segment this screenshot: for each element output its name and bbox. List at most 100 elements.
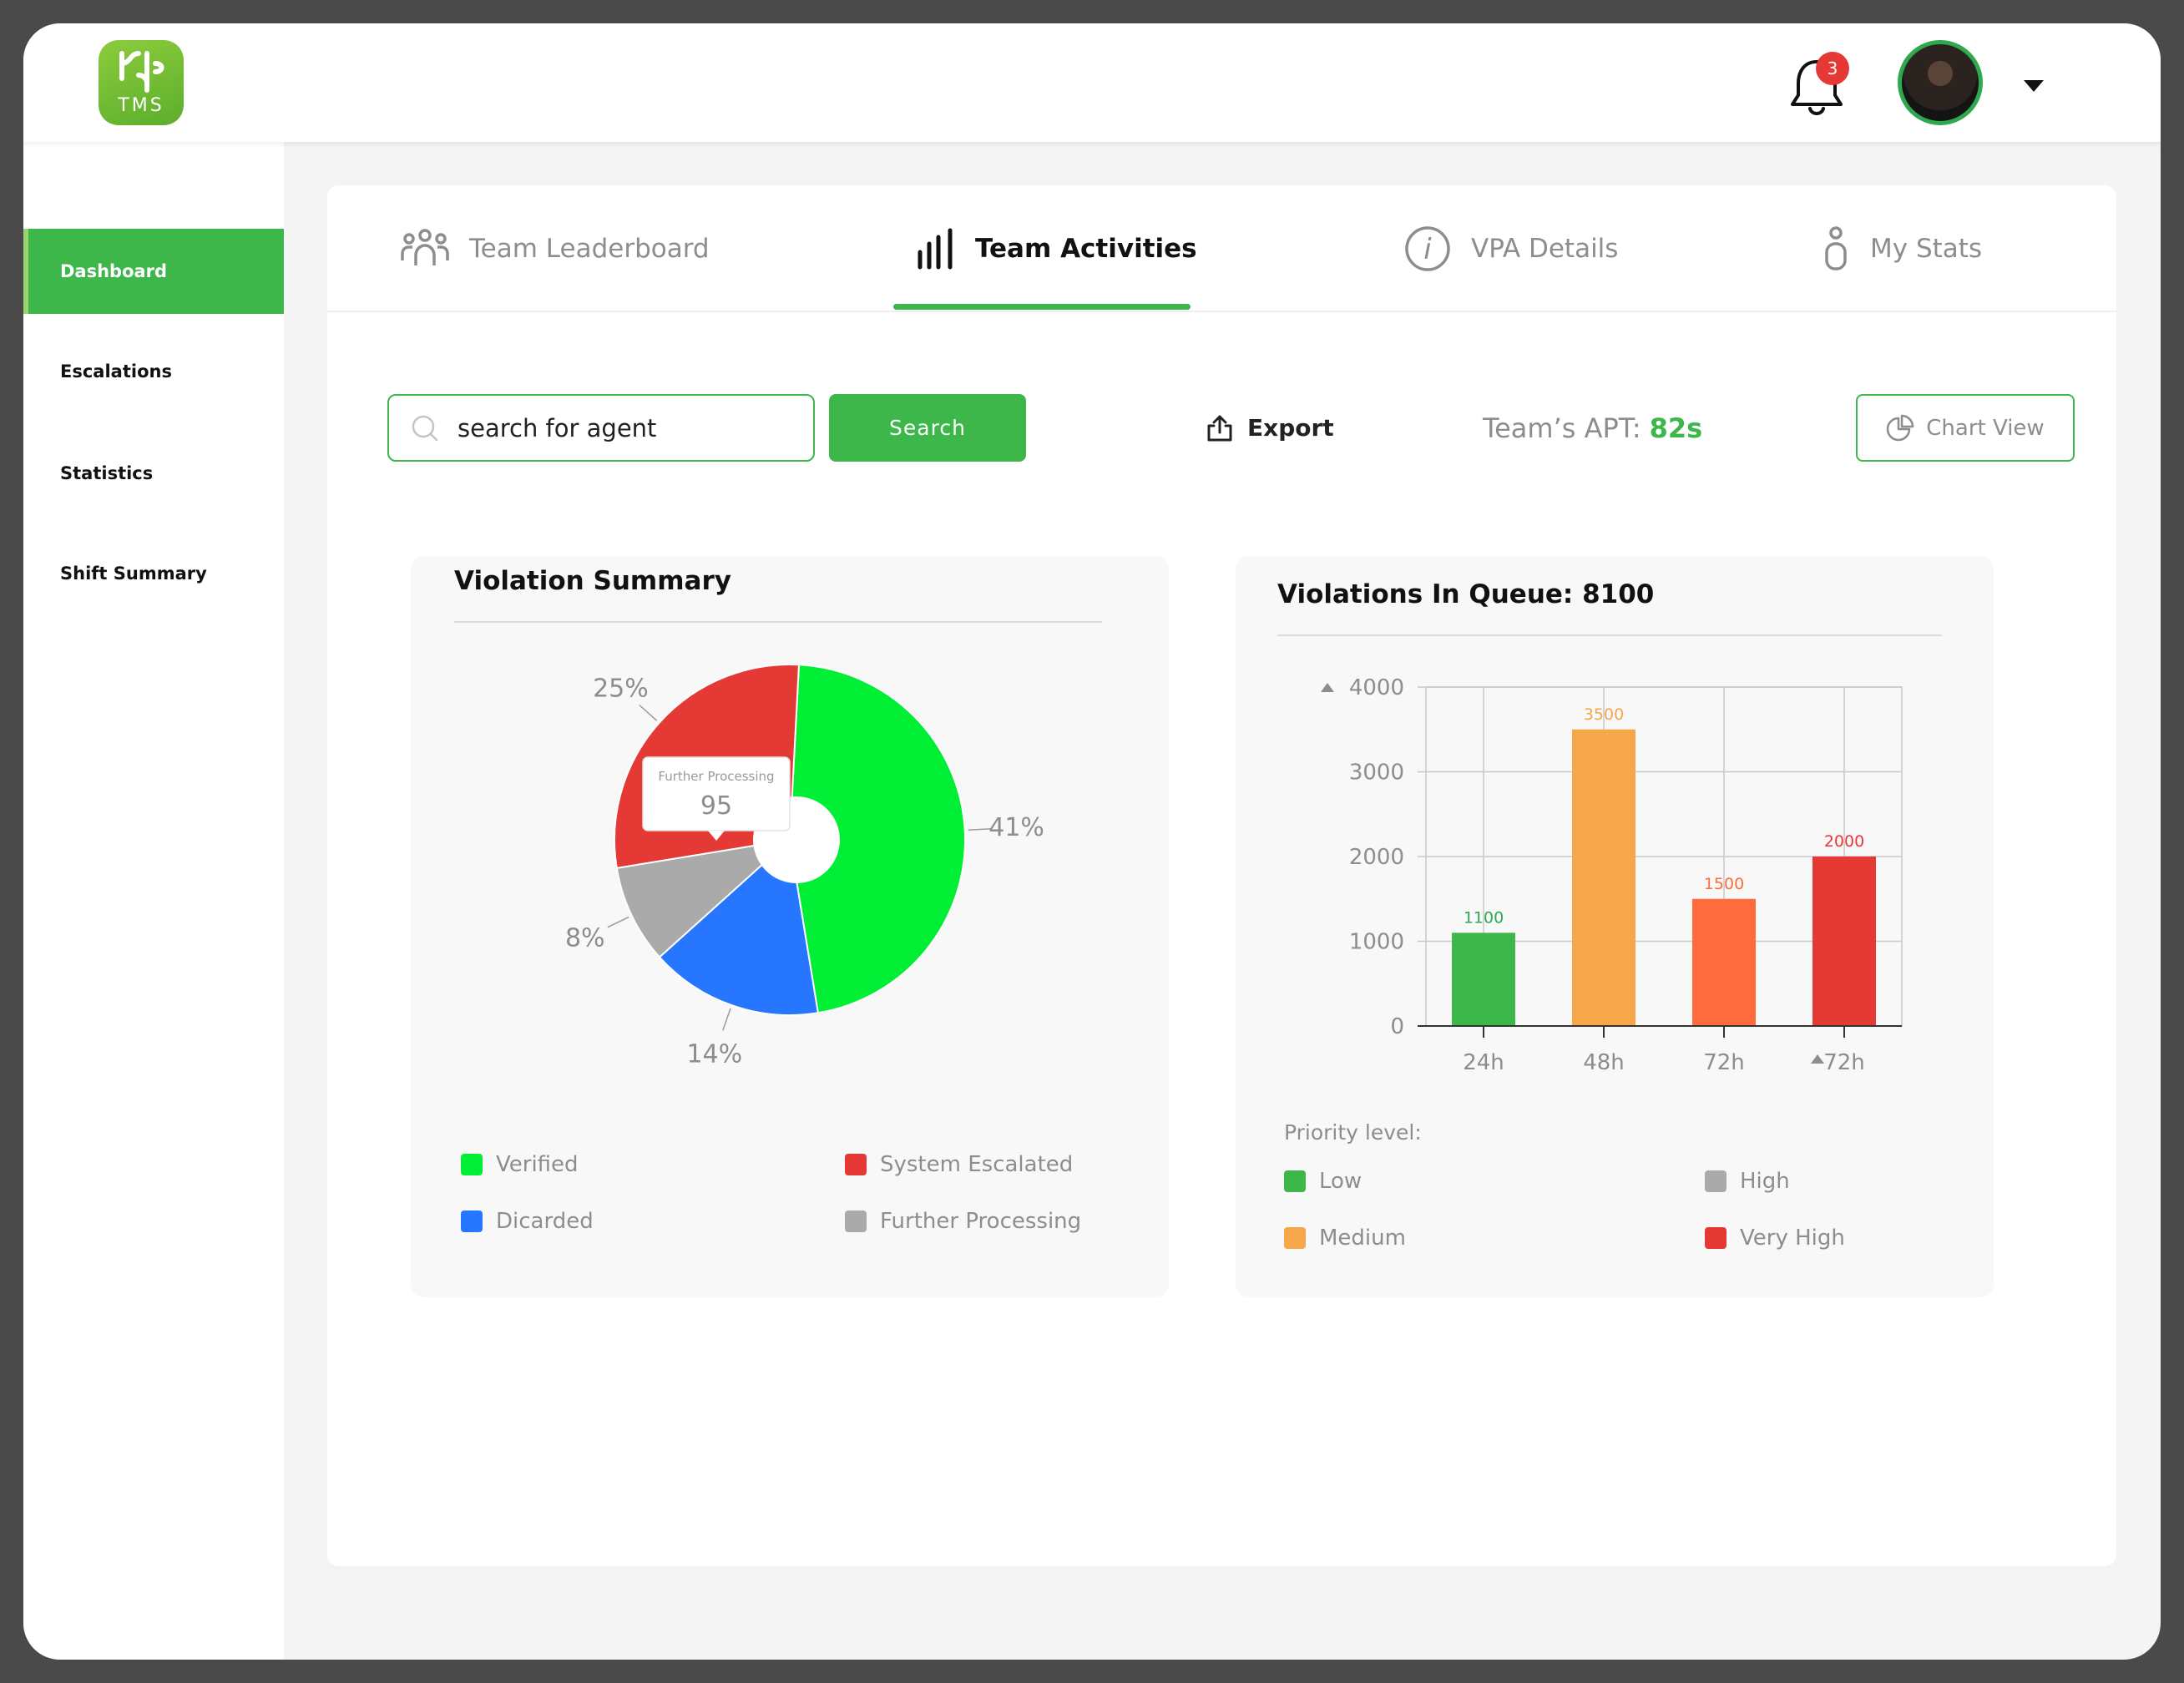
y-tick-label: 0 xyxy=(1390,1014,1404,1039)
bar-chart-icon xyxy=(917,227,955,270)
search-icon xyxy=(412,415,438,441)
legend-item-very-high: Very High xyxy=(1705,1226,1845,1251)
legend-swatch xyxy=(845,1154,867,1175)
bar-value-label: 1100 xyxy=(1464,908,1504,927)
pie-leader-line xyxy=(607,916,629,928)
legend-item-verified: Verified xyxy=(461,1152,579,1177)
x-tick-label: 72h xyxy=(1823,1050,1865,1075)
sidebar-item-dashboard[interactable]: Dashboard xyxy=(23,229,284,314)
legend-swatch xyxy=(461,1154,483,1175)
svg-text:i: i xyxy=(1423,233,1432,266)
pie-leader-line xyxy=(639,704,658,721)
tab-label: Team Activities xyxy=(975,234,1197,264)
bar-value-label: 3500 xyxy=(1584,705,1624,724)
legend-label: Medium xyxy=(1319,1226,1406,1251)
apt-label: Team’s APT: xyxy=(1483,412,1641,444)
bar-72h-3 xyxy=(1812,857,1876,1026)
legend-swatch xyxy=(1705,1170,1726,1192)
active-tab-indicator xyxy=(893,304,1191,310)
legend-swatch xyxy=(1284,1227,1306,1249)
legend-swatch xyxy=(1705,1227,1726,1249)
violation-summary-panel: Violation Summary 41% 14% 8% 25% Further Pro… xyxy=(411,556,1169,1297)
app-logo[interactable]: TMS xyxy=(99,40,184,125)
team-apt: Team’s APT: 82s xyxy=(1483,394,1702,462)
app-window: TMS 3 Dashboard Escalations Statistics S… xyxy=(23,23,2161,1660)
pie-label-further-processing: 8% xyxy=(565,924,605,953)
legend-label: High xyxy=(1740,1169,1790,1194)
legend-item-high: High xyxy=(1705,1169,1790,1194)
legend-label: Low xyxy=(1319,1169,1362,1194)
y-tick-label: 3000 xyxy=(1349,761,1404,786)
export-label: Export xyxy=(1247,414,1334,442)
bar-value-label: 1500 xyxy=(1704,875,1744,893)
legend-label: Very High xyxy=(1740,1226,1845,1251)
export-icon xyxy=(1207,415,1232,441)
pie-tooltip: Further Processing 95 xyxy=(642,756,791,841)
violations-queue-panel: Violations In Queue: 8100 0 1000 2000 3000 4… xyxy=(1236,556,1994,1297)
axis-arrow-up-icon xyxy=(1811,1054,1824,1064)
legend-label: System Escalated xyxy=(880,1152,1074,1177)
search-button[interactable]: Search xyxy=(829,394,1026,462)
legend-swatch xyxy=(1284,1170,1306,1192)
tab-team-activities[interactable]: Team Activities xyxy=(917,185,1197,312)
x-tick-label: 48h xyxy=(1583,1050,1625,1075)
y-tick-label: 4000 xyxy=(1349,675,1404,700)
main-content: Team Leaderboard Team Activities i VPA D… xyxy=(327,185,2116,1566)
tooltip-value: 95 xyxy=(700,791,732,821)
chart-view-button[interactable]: Chart View xyxy=(1856,394,2075,462)
legend-item-low: Low xyxy=(1284,1169,1362,1194)
sidebar: Dashboard Escalations Statistics Shift S… xyxy=(23,142,284,1660)
legend-item-dicarded: Dicarded xyxy=(461,1209,594,1234)
pie-label-verified: 41% xyxy=(988,813,1044,842)
sidebar-item-statistics[interactable]: Statistics xyxy=(23,431,284,516)
legend-label: Further Processing xyxy=(880,1209,1082,1234)
tab-label: My Stats xyxy=(1870,234,1983,264)
legend-label: Dicarded xyxy=(496,1209,594,1234)
y-tick-label: 2000 xyxy=(1349,845,1404,870)
pie-label-system-escalated: 25% xyxy=(593,674,649,703)
search-field xyxy=(387,394,815,462)
tab-team-leaderboard[interactable]: Team Leaderboard xyxy=(401,185,710,312)
legend-title: Priority level: xyxy=(1284,1120,1422,1145)
bar-24h-0 xyxy=(1452,932,1515,1026)
x-tick-label: 24h xyxy=(1463,1050,1504,1075)
top-bar: TMS 3 xyxy=(23,23,2161,142)
sidebar-item-escalations[interactable]: Escalations xyxy=(23,329,284,414)
legend-item-system-escalated: System Escalated xyxy=(845,1152,1073,1177)
axis-arrow-up-icon xyxy=(1321,683,1334,692)
info-icon: i xyxy=(1404,225,1451,272)
legend-item-further-processing: Further Processing xyxy=(845,1209,1081,1234)
tab-my-stats[interactable]: My Stats xyxy=(1822,185,1982,312)
sidebar-item-shift-summary[interactable]: Shift Summary xyxy=(23,531,284,616)
bar-72h-2 xyxy=(1692,898,1756,1026)
pie-leader-line xyxy=(722,1008,731,1031)
legend-swatch xyxy=(461,1210,483,1232)
tab-label: VPA Details xyxy=(1471,234,1619,264)
pie-label-dicarded: 14% xyxy=(686,1040,742,1069)
logo-text: TMS xyxy=(118,95,164,116)
chart-view-label: Chart View xyxy=(1926,415,2045,441)
tab-label: Team Leaderboard xyxy=(469,234,710,264)
export-button[interactable]: Export xyxy=(1206,394,1334,462)
tab-bar: Team Leaderboard Team Activities i VPA D… xyxy=(327,185,2116,312)
apt-value: 82s xyxy=(1649,412,1703,444)
y-tick-label: 1000 xyxy=(1349,930,1404,955)
avatar[interactable] xyxy=(1898,40,1983,125)
pie-chart-icon xyxy=(1887,414,1914,441)
bar-chart: 0 1000 2000 3000 4000 1100 24h 3500 48h 1500 72h 20… xyxy=(1321,675,1903,1075)
legend-swatch xyxy=(845,1210,867,1232)
bar-48h-1 xyxy=(1572,729,1635,1026)
person-icon xyxy=(1822,225,1850,272)
tooltip-label: Further Processing xyxy=(658,769,774,784)
legend-label: Verified xyxy=(496,1152,579,1177)
pie-chart: 41% 14% 8% 25% Further Processing 95 xyxy=(565,664,1044,1069)
bar-value-label: 2000 xyxy=(1824,832,1864,851)
tab-vpa-details[interactable]: i VPA Details xyxy=(1404,185,1618,312)
team-icon xyxy=(401,227,449,270)
chevron-down-icon[interactable] xyxy=(2024,80,2044,92)
search-input[interactable] xyxy=(458,413,791,442)
legend-item-medium: Medium xyxy=(1284,1226,1406,1251)
logo-mark-icon xyxy=(119,51,164,93)
x-tick-label: 72h xyxy=(1703,1050,1745,1075)
notification-badge: 3 xyxy=(1816,52,1849,85)
